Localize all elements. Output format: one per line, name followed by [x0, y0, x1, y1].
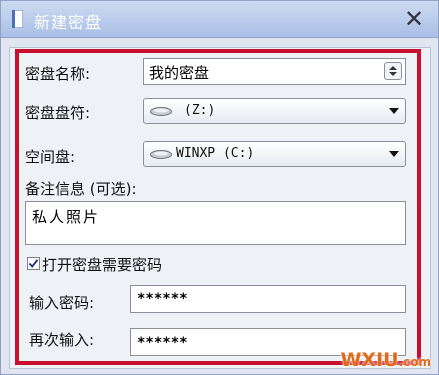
- password-input[interactable]: ******: [130, 285, 406, 313]
- remark-textarea[interactable]: 私人照片: [25, 201, 406, 245]
- watermark-suffix: .com: [398, 355, 431, 369]
- window-title: 新建密盘: [34, 13, 103, 32]
- watermark-main: WXIU: [340, 349, 399, 371]
- disk-name-input[interactable]: 我的密盘: [143, 58, 406, 85]
- disk-name-label: 密盘名称:: [25, 65, 91, 83]
- notebook-icon: [12, 10, 23, 28]
- close-icon: ✕: [403, 5, 425, 33]
- drive-letter-label: 密盘盘符:: [25, 104, 91, 122]
- checkmark-icon: [28, 259, 39, 268]
- password-value: ******: [137, 291, 188, 307]
- disk-name-value: 我的密盘: [149, 64, 210, 82]
- chevron-down-icon: [389, 151, 399, 157]
- space-disk-select[interactable]: WINXP (C:): [143, 141, 406, 167]
- space-disk-label: 空间盘:: [25, 148, 76, 166]
- close-button[interactable]: ✕: [400, 5, 428, 33]
- hard-drive-icon: [150, 150, 172, 159]
- remark-label: 备注信息 (可选):: [25, 180, 137, 198]
- chevron-down-icon: [389, 108, 399, 114]
- remark-value: 私人照片: [32, 208, 101, 226]
- require-password-checkbox[interactable]: [27, 257, 40, 270]
- confirm-password-label: 再次输入:: [29, 331, 95, 349]
- password-label: 输入密码:: [29, 294, 95, 312]
- spinner-icon: [389, 66, 397, 76]
- new-encrypted-disk-dialog: 新建密盘 ✕ 密盘名称: 我的密盘 密盘盘符: (Z:) 空间盘: WINXP …: [0, 0, 439, 375]
- disk-name-spinner[interactable]: [384, 62, 402, 80]
- confirm-password-value: ******: [137, 335, 188, 351]
- drive-letter-select[interactable]: (Z:): [143, 98, 406, 124]
- watermark-logo: WXIU.com: [340, 349, 431, 371]
- drive-letter-value: (Z:): [184, 103, 216, 118]
- hard-drive-icon: [150, 107, 172, 116]
- space-disk-value: WINXP (C:): [176, 146, 255, 161]
- title-bar[interactable]: 新建密盘 ✕: [1, 1, 438, 38]
- require-password-label[interactable]: 打开密盘需要密码: [42, 254, 162, 275]
